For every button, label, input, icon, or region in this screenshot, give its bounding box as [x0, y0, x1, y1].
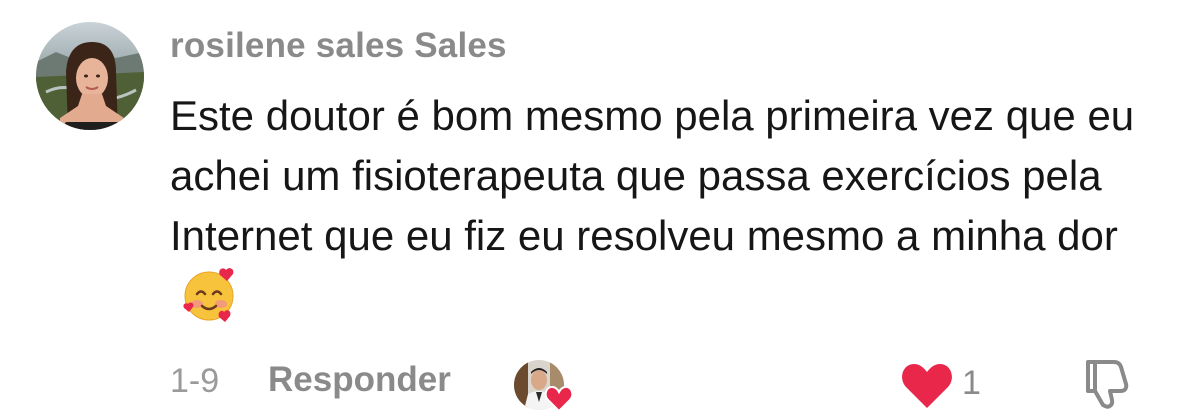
comment-date: 1-9: [170, 362, 220, 400]
heart-icon[interactable]: [900, 362, 954, 410]
smiling-face-with-hearts-icon: [180, 266, 238, 324]
username[interactable]: rosilene sales Sales: [170, 26, 507, 66]
thumbs-down-icon[interactable]: [1078, 356, 1134, 412]
like-count: 1: [962, 364, 981, 402]
comment-text: Este doutor é bom mesmo pela primeira ve…: [170, 92, 1135, 259]
creator-heart-icon: [544, 384, 574, 414]
user-avatar[interactable]: [36, 22, 144, 130]
comment-text-block: Este doutor é bom mesmo pela primeira ve…: [170, 86, 1160, 330]
liked-by-creator-badge: [514, 360, 574, 414]
reply-button[interactable]: Responder: [268, 360, 451, 400]
comment-item: rosilene sales Sales Este doutor é bom m…: [0, 0, 1179, 419]
